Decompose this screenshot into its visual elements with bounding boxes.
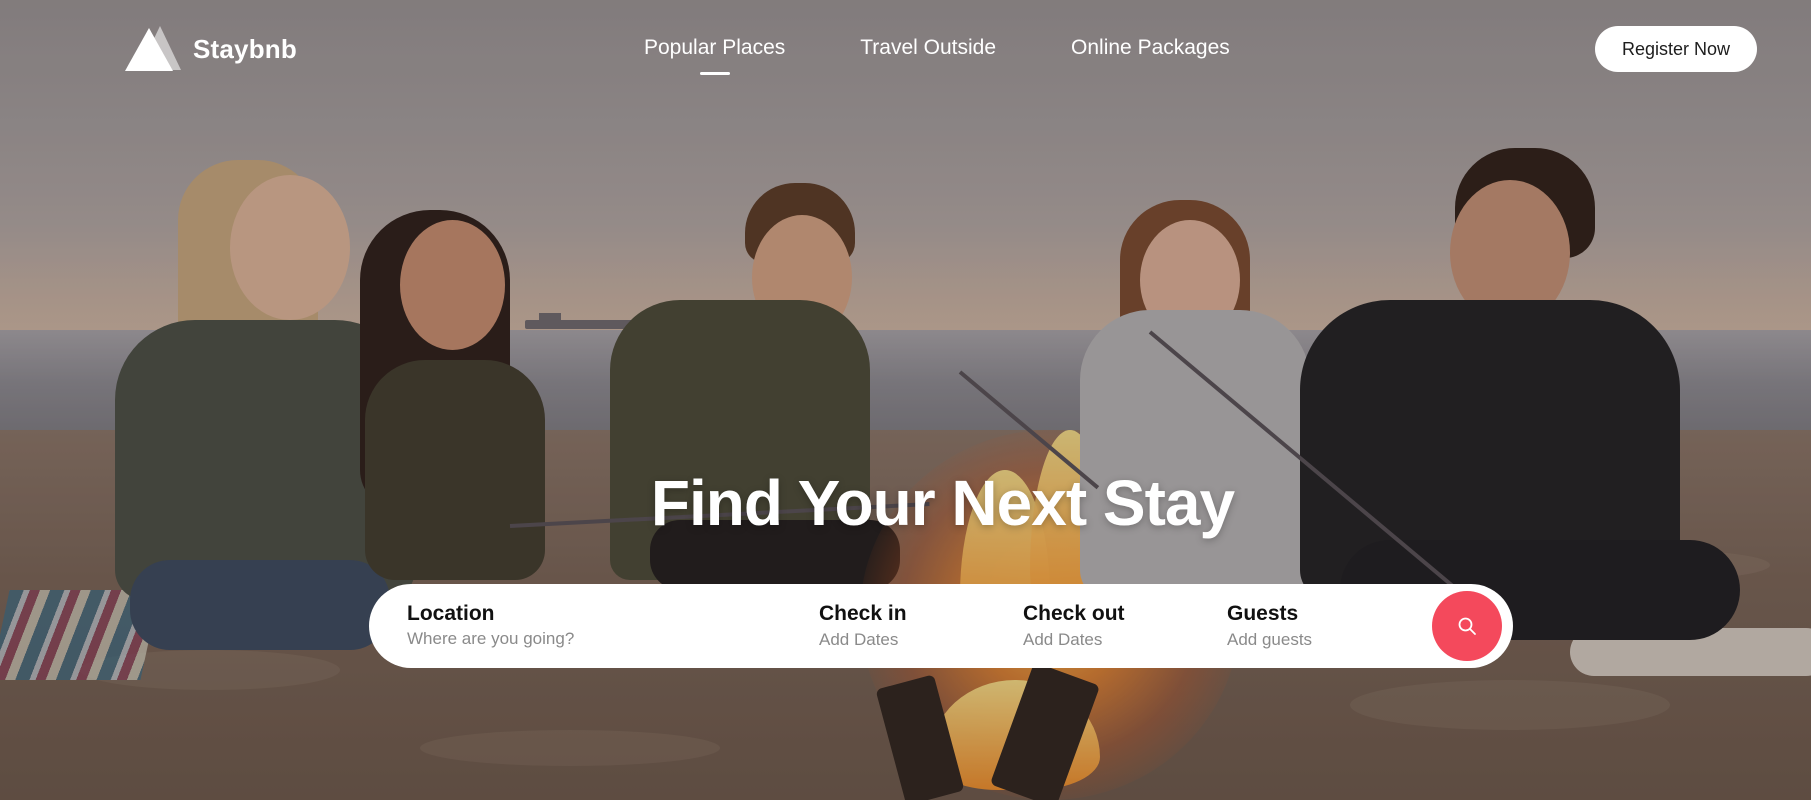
nav-online-packages[interactable]: Online Packages <box>1071 36 1230 60</box>
search-button[interactable] <box>1432 591 1502 661</box>
guests-hint: Add guests <box>1227 630 1313 649</box>
hero-dark-overlay <box>0 0 1811 800</box>
search-bar: Location Check in Add Dates Check out Ad… <box>369 584 1513 668</box>
brand-name: Staybnb <box>193 33 297 64</box>
check-out-field[interactable]: Check out Add Dates <box>1023 601 1125 651</box>
nav-popular-places[interactable]: Popular Places <box>644 36 785 75</box>
location-label: Location <box>407 602 495 625</box>
hero-headline: Find Your Next Stay <box>650 467 1235 539</box>
guests-label: Guests <box>1227 602 1299 625</box>
main-nav: Popular Places Travel Outside Online Pac… <box>644 36 1230 75</box>
check-in-hint: Add Dates <box>819 630 899 649</box>
check-out-hint: Add Dates <box>1023 630 1103 649</box>
hero-section: Staybnb Popular Places Travel Outside On… <box>0 0 1811 800</box>
check-in-field[interactable]: Check in Add Dates <box>819 601 907 651</box>
check-in-label: Check in <box>819 602 907 625</box>
check-out-label: Check out <box>1023 602 1125 625</box>
location-field[interactable]: Location <box>407 601 767 649</box>
nav-travel-outside[interactable]: Travel Outside <box>860 36 996 60</box>
brand-logo[interactable]: Staybnb <box>125 26 297 72</box>
guests-field[interactable]: Guests Add guests <box>1227 601 1312 651</box>
location-input[interactable] <box>407 629 737 649</box>
register-now-button[interactable]: Register Now <box>1595 26 1757 72</box>
triangle-mountain-logo-icon <box>125 26 181 72</box>
search-icon <box>1458 617 1476 635</box>
